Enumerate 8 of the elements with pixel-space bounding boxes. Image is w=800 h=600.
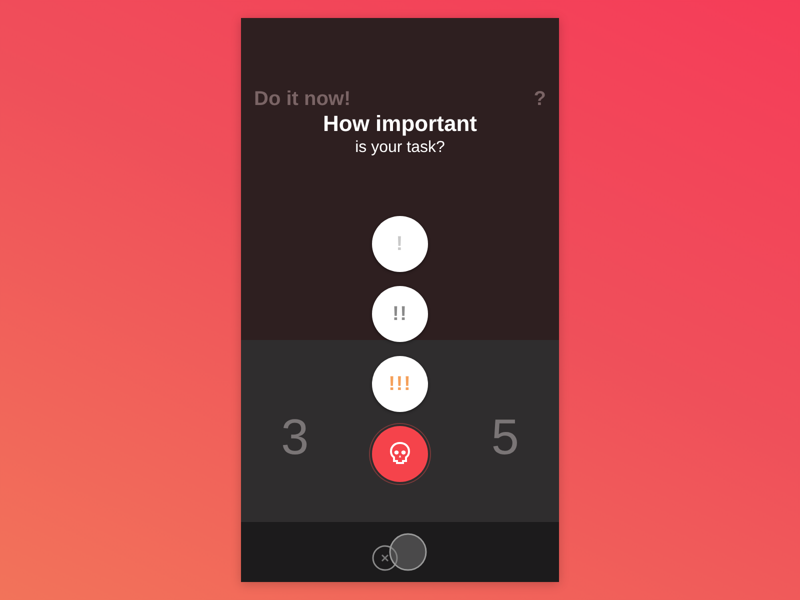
help-text: ? — [534, 88, 546, 111]
prompt-subtitle: is your task? — [355, 138, 445, 158]
stat-number: 5 — [491, 412, 519, 462]
list-heading: Do it now! — [254, 88, 351, 111]
prompt-title: How important — [323, 110, 477, 138]
stat-number: 3 — [281, 412, 309, 462]
skull-button[interactable] — [372, 426, 428, 482]
skull-icon — [389, 442, 411, 466]
